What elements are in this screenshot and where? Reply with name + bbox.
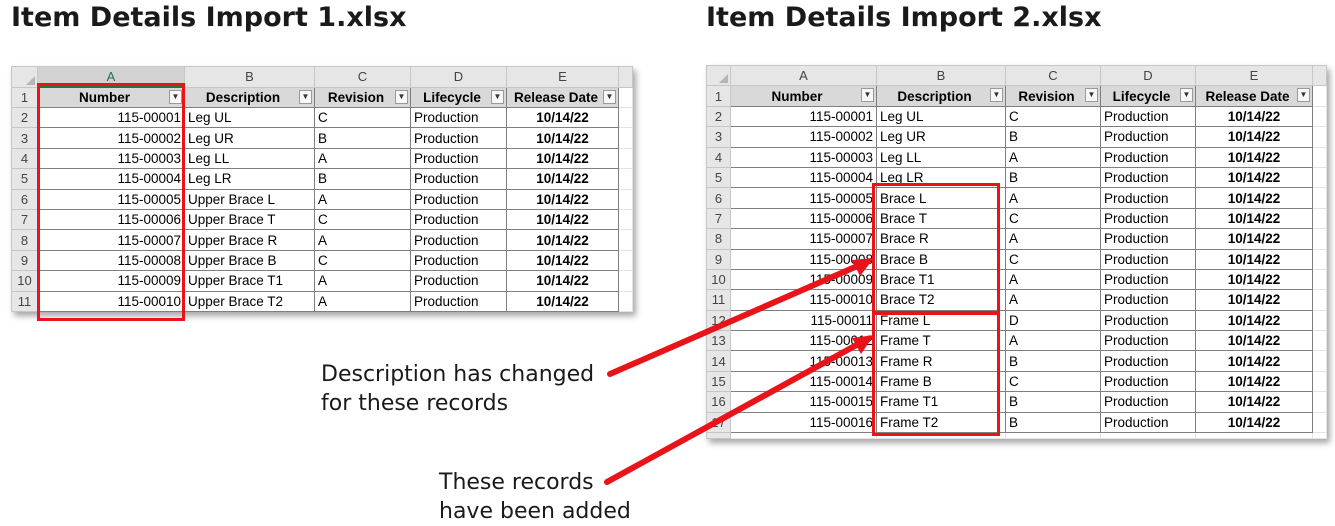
added-annotation-line1: These records [439,470,594,495]
changed-annotation: Description has changed for these record… [321,360,594,418]
added-arrow-icon [604,339,865,485]
annotation-arrows [604,258,874,485]
changed-arrow-icon [607,261,865,377]
added-annotation-line2: have been added [439,499,631,524]
added-annotation: These records have been added [439,468,631,526]
changed-annotation-line1: Description has changed [321,362,595,387]
changed-annotation-line2: for these records [321,391,509,416]
